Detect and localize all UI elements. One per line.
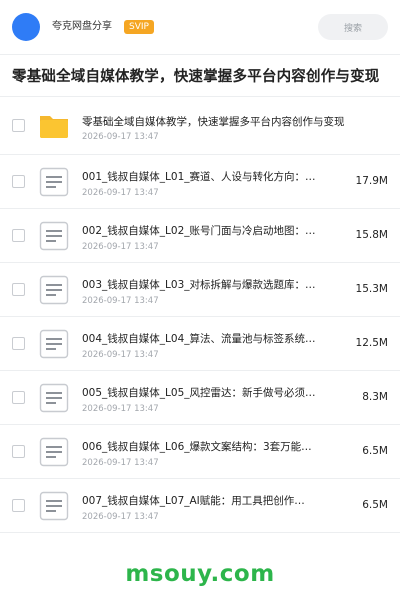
file-row[interactable]: 004_钱叔自媒体_L04_算法、流量池与标签系统… 2026-09-17 13… [0,317,400,371]
header: 夸克网盘分享 SVIP 搜索 [0,0,400,54]
file-date: 2026-09-17 13:47 [82,242,159,252]
file-date: 2026-09-17 13:47 [82,458,159,468]
file-size: 6.5M [362,444,388,457]
folder-date: 2026-09-17 13:47 [82,132,159,142]
file-size: 12.5M [355,336,388,349]
select-checkbox[interactable] [12,336,25,350]
document-icon [39,383,69,412]
file-row[interactable]: 003_钱叔自媒体_L03_对标拆解与爆款选题库：… 2026-09-17 13… [0,263,400,317]
select-checkbox[interactable] [12,174,25,188]
file-name: 005_钱叔自媒体_L05_风控雷达：新手做号必须… [82,387,316,399]
document-icon [39,275,69,304]
file-size: 15.8M [355,228,388,241]
file-name: 001_钱叔自媒体_L01_赛道、人设与转化方向：… [82,171,316,183]
file-date: 2026-09-17 13:47 [82,512,159,522]
select-checkbox[interactable] [12,498,25,512]
file-date: 2026-09-17 13:47 [82,350,159,360]
file-row[interactable]: 005_钱叔自媒体_L05_风控雷达：新手做号必须… 2026-09-17 13… [0,371,400,425]
file-date: 2026-09-17 13:47 [82,404,159,414]
title-bar: 零基础全域自媒体教学，快速掌握多平台内容创作与变现 [0,54,400,96]
avatar[interactable] [12,13,40,41]
document-icon [39,167,69,196]
page-title: 零基础全域自媒体教学，快速掌握多平台内容创作与变现 [12,69,380,85]
file-date: 2026-09-17 13:47 [82,188,159,198]
file-size: 8.3M [362,390,388,403]
file-date: 2026-09-17 13:47 [82,296,159,306]
folder-icon [40,115,68,138]
document-icon [39,437,69,466]
share-name: 夸克网盘分享 [52,21,112,32]
search-placeholder: 搜索 [343,23,362,34]
share-page: 夸克网盘分享 SVIP 搜索 零基础全域自媒体教学，快速掌握多平台内容创作与变现… [0,0,400,600]
file-row[interactable]: 006_钱叔自媒体_L06_爆款文案结构：3套万能… 2026-09-17 13… [0,425,400,479]
file-name: 002_钱叔自媒体_L02_账号门面与冷启动地图：… [82,225,316,237]
select-checkbox[interactable] [12,118,25,132]
select-checkbox[interactable] [12,282,25,296]
file-list: 零基础全域自媒体教学，快速掌握多平台内容创作与变现 2026-09-17 13:… [0,96,400,549]
select-checkbox[interactable] [12,228,25,242]
file-name: 004_钱叔自媒体_L04_算法、流量池与标签系统… [82,333,316,345]
file-row[interactable]: 001_钱叔自媒体_L01_赛道、人设与转化方向：… 2026-09-17 13… [0,155,400,209]
folder-name: 零基础全域自媒体教学，快速掌握多平台内容创作与变现 [82,116,345,128]
select-checkbox[interactable] [12,390,25,404]
document-icon [39,491,69,520]
file-size: 17.9M [355,174,388,187]
search-button[interactable]: 搜索 [318,14,388,40]
document-icon [39,329,69,358]
file-name: 003_钱叔自媒体_L03_对标拆解与爆款选题库：… [82,279,316,291]
svip-badge: SVIP [124,20,154,34]
file-size: 6.5M [362,498,388,511]
file-name: 006_钱叔自媒体_L06_爆款文案结构：3套万能… [82,441,312,453]
document-icon [39,221,69,250]
file-size: 15.3M [355,282,388,295]
file-name: 007_钱叔自媒体_L07_AI赋能：用工具把创作… [82,495,305,507]
watermark: msouy.com [125,561,275,587]
footer: msouy.com [0,548,400,600]
select-checkbox[interactable] [12,444,25,458]
file-row[interactable]: 002_钱叔自媒体_L02_账号门面与冷启动地图：… 2026-09-17 13… [0,209,400,263]
folder-row[interactable]: 零基础全域自媒体教学，快速掌握多平台内容创作与变现 2026-09-17 13:… [0,97,400,155]
file-row[interactable]: 007_钱叔自媒体_L07_AI赋能：用工具把创作… 2026-09-17 13… [0,479,400,533]
